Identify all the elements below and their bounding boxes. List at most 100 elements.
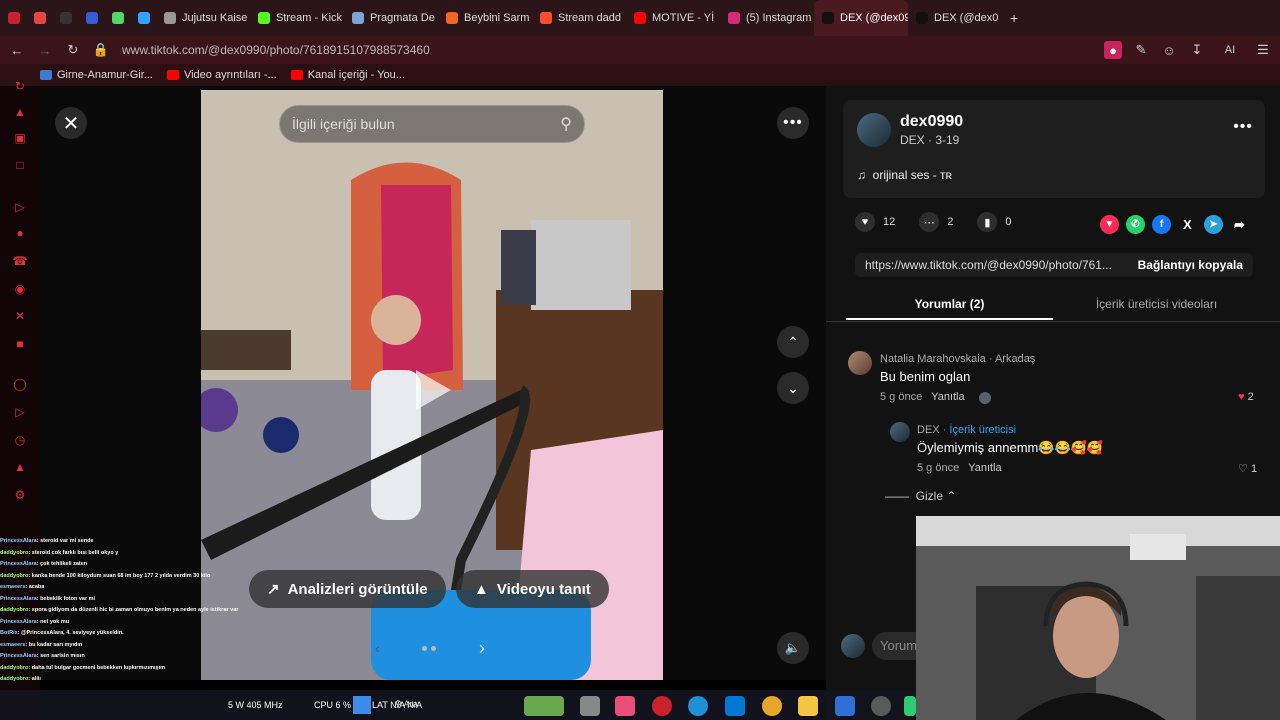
opera-icon[interactable] [652,696,672,716]
chrome-icon[interactable] [762,696,782,716]
post-link[interactable]: https://www.tiktok.com/@dex0990/photo/76… [865,258,1112,272]
send-icon[interactable]: ▷ [12,404,28,420]
telegram-icon[interactable]: ➤ [1204,215,1223,234]
profile-icon[interactable]: ☺ [1160,41,1178,59]
instagram-icon[interactable]: ◉ [12,281,28,297]
clock-icon[interactable]: ◷ [12,432,28,448]
comment-input[interactable]: Yorum [872,632,916,660]
whatsapp-icon[interactable]: ☎ [12,253,28,269]
next-photo-icon[interactable]: › [479,638,485,659]
promote-button[interactable]: ▲ Videoyu tanıt [456,570,609,608]
history-icon[interactable]: ↻ [12,78,28,94]
copy-link-button[interactable]: Bağlantıyı kopyala [1138,258,1243,272]
taskbar-search[interactable]: ⚲ Ara [395,699,418,710]
creator-avatar[interactable] [890,422,910,442]
comment-stat[interactable]: ⋯ 2 [919,212,953,232]
save-stat[interactable]: ▮ 0 [977,212,1012,232]
viewer-more-button[interactable]: ••• [777,107,809,139]
forward-icon[interactable]: → [36,41,54,59]
widget-icon[interactable] [524,696,564,716]
author-more-icon[interactable]: ••• [1233,118,1253,136]
previous-post-button[interactable]: ⌃ [777,326,809,358]
author-username[interactable]: dex0990 [900,113,963,131]
share-more-icon[interactable]: ➦ [1230,215,1249,234]
whatsapp-icon[interactable]: ✆ [1126,215,1145,234]
url-field[interactable]: www.tiktok.com/@dex0990/photo/7618915107… [120,43,1094,57]
menu-icon[interactable]: ☰ [1254,41,1272,59]
search-icon[interactable]: ⚲ [560,114,572,134]
outlook-icon[interactable] [835,696,855,716]
tab-islands-icon[interactable]: □ [12,157,28,173]
browser-tab[interactable] [52,0,78,36]
new-tab-button[interactable]: + [1002,0,1026,36]
bookmark-item[interactable]: Girne-Anamur-Gir... [40,69,153,81]
my-avatar [841,634,865,658]
next-post-button[interactable]: ⌄ [777,372,809,404]
tab-favicon-icon [352,12,364,24]
back-icon[interactable]: ← [8,41,26,59]
settings-icon[interactable] [871,696,891,716]
chat-username: daddyobro [0,549,29,556]
analytics-button[interactable]: ↗ Analizleri görüntüle [249,570,446,608]
like-stat[interactable]: ♥ 12 [855,212,895,232]
folder-icon[interactable] [798,696,818,716]
extensions-icon[interactable]: ▲ [12,459,28,475]
browser-tab[interactable]: Stream - Kick [250,0,344,36]
comment-author[interactable]: Natalia Marahovskaia [880,353,986,365]
browser-tab[interactable] [130,0,156,36]
reply-like[interactable]: ♡ 1 [1238,462,1257,475]
hide-replies-button[interactable]: —— Gizle ⌃ [885,489,956,503]
author-avatar[interactable] [857,113,891,147]
comment-like[interactable]: ♥ 2 [1238,391,1254,403]
ai-button[interactable]: AI [1216,41,1244,59]
x-icon[interactable]: ✕ [12,308,28,324]
browser-tab[interactable]: MOTIVE - Yİ [626,0,720,36]
bookmark-item[interactable]: Video ayrıntıları -... [166,69,277,81]
reply-author[interactable]: DEX [917,424,940,436]
download-icon[interactable]: ↧ [1188,41,1206,59]
edge-icon[interactable] [688,696,708,716]
messenger-icon[interactable]: ● [12,225,28,241]
twitch-icon[interactable]: ▷ [12,199,28,215]
browser-tab[interactable]: (5) Instagram [720,0,814,36]
reply-reply-button[interactable]: Yanıtla [968,462,1001,474]
browser-tab[interactable] [78,0,104,36]
reload-icon[interactable]: ↻ [64,41,82,59]
app-icon[interactable] [904,696,916,716]
browser-tab[interactable]: Stream dadd [532,0,626,36]
store-icon[interactable] [725,696,745,716]
bookmark-item[interactable]: Kanal içeriği - You... [290,69,405,81]
close-button[interactable]: ✕ [55,107,87,139]
youtube-icon[interactable]: ■ [12,336,28,352]
browser-tab[interactable] [0,0,26,36]
sound-link[interactable]: ♫ orijinal ses - ᴛʀ [857,168,952,182]
tab-creator-videos[interactable]: İçerik üreticisi videoları [1053,292,1260,320]
explorer-icon[interactable] [580,696,600,716]
browser-tab[interactable] [104,0,130,36]
browser-tab[interactable]: DEX (@dex0 [908,0,1002,36]
related-search-input[interactable]: İlgili içeriği bulun ⚲ [279,105,585,143]
browser-tab[interactable]: Beybini Sarm [438,0,532,36]
browser-tab[interactable]: DEX (@dex0990) | Tik [814,0,908,36]
chat-username: PrincessAlara [0,653,37,659]
volume-button[interactable]: 🔈 [777,632,809,664]
copilot-icon[interactable] [615,696,635,716]
player-icon[interactable]: ◯ [12,376,28,392]
settings-icon[interactable]: ⚙ [12,487,28,503]
address-bar: ← → ↻ 🔒 www.tiktok.com/@dex0990/photo/76… [0,36,1280,64]
x-icon[interactable]: X [1178,215,1197,234]
notification-icon[interactable]: ▲ [12,104,28,120]
browser-tab[interactable]: Pragmata De [344,0,438,36]
browser-tab[interactable]: Jujutsu Kaise [156,0,250,36]
reply-button[interactable]: Yanıtla [931,391,964,403]
repost-icon[interactable]: ▼ [1100,215,1119,234]
start-icon[interactable] [353,696,371,714]
prev-photo-icon[interactable]: ‹ [375,640,380,656]
extension-icon[interactable]: ● [1104,41,1122,59]
commenter-avatar[interactable] [848,351,872,375]
facebook-icon[interactable]: f [1152,215,1171,234]
puzzle-icon[interactable]: ✎ [1132,41,1150,59]
browser-tab[interactable] [26,0,52,36]
tab-comments[interactable]: Yorumlar (2) [846,292,1053,320]
pinboard-icon[interactable]: ▣ [12,130,28,146]
